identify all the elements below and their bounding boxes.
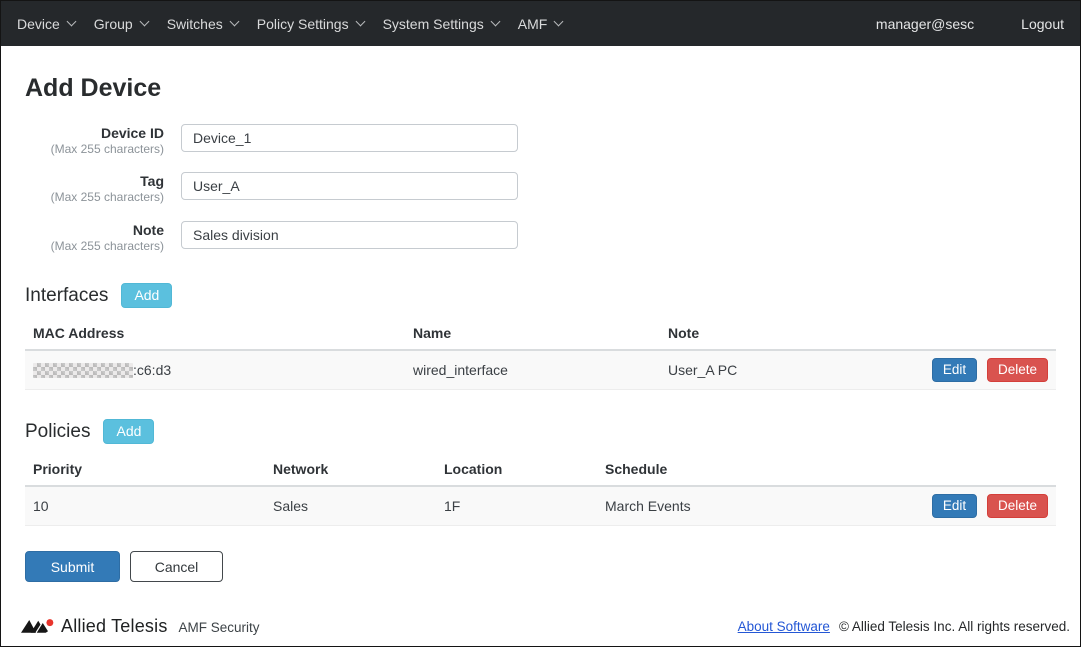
device-id-label: Device ID bbox=[25, 125, 164, 142]
footer-right: About Software © Allied Telesis Inc. All… bbox=[738, 619, 1070, 634]
device-id-input[interactable] bbox=[181, 124, 518, 152]
policies-table: Priority Network Location Schedule 10 Sa… bbox=[25, 456, 1056, 526]
tag-hint: (Max 255 characters) bbox=[25, 190, 164, 206]
policy-row: 10 Sales 1F March Events Edit Delete bbox=[25, 486, 1056, 526]
col-mac-address: MAC Address bbox=[25, 320, 405, 350]
chevron-down-icon bbox=[66, 17, 76, 27]
chevron-down-icon bbox=[355, 17, 365, 27]
tag-label: Tag bbox=[25, 173, 164, 190]
nav-system-settings[interactable]: System Settings bbox=[383, 16, 499, 32]
col-name: Name bbox=[405, 320, 660, 350]
nav-device[interactable]: Device bbox=[17, 16, 75, 32]
form-actions: Submit Cancel bbox=[25, 551, 1056, 582]
submit-button[interactable]: Submit bbox=[25, 551, 120, 582]
interface-row: :c6:d3 wired_interface User_A PC Edit De… bbox=[25, 350, 1056, 390]
logout-link[interactable]: Logout bbox=[1021, 16, 1064, 32]
footer: Allied Telesis AMF Security About Softwa… bbox=[1, 612, 1080, 646]
page-title: Add Device bbox=[25, 74, 1056, 103]
interface-note-cell: User_A PC bbox=[660, 350, 924, 390]
redacted-mac-prefix bbox=[33, 363, 133, 378]
nav-system-settings-label: System Settings bbox=[383, 16, 484, 32]
nav-device-label: Device bbox=[17, 16, 60, 32]
policies-add-button[interactable]: Add bbox=[103, 419, 154, 444]
policy-delete-button[interactable]: Delete bbox=[987, 494, 1048, 518]
interfaces-title: Interfaces bbox=[25, 285, 108, 307]
mac-suffix: :c6:d3 bbox=[133, 362, 171, 378]
nav-switches-label: Switches bbox=[167, 16, 223, 32]
note-hint: (Max 255 characters) bbox=[25, 239, 164, 255]
chevron-down-icon bbox=[229, 17, 239, 27]
about-software-link[interactable]: About Software bbox=[738, 619, 830, 634]
policy-location-cell: 1F bbox=[436, 486, 597, 526]
nav-group[interactable]: Group bbox=[94, 16, 148, 32]
allied-telesis-logo-icon bbox=[21, 617, 54, 635]
top-navbar: Device Group Switches Policy Settings Sy… bbox=[1, 1, 1080, 46]
interfaces-section-header: Interfaces Add bbox=[25, 283, 1056, 308]
nav-group-label: Group bbox=[94, 16, 133, 32]
col-note: Note bbox=[660, 320, 924, 350]
device-id-label-col: Device ID (Max 255 characters) bbox=[25, 124, 164, 157]
col-actions bbox=[924, 456, 1056, 486]
main-content: Add Device Device ID (Max 255 characters… bbox=[1, 74, 1080, 582]
interfaces-header-row: MAC Address Name Note bbox=[25, 320, 1056, 350]
col-priority: Priority bbox=[25, 456, 265, 486]
col-network: Network bbox=[265, 456, 436, 486]
cancel-button[interactable]: Cancel bbox=[130, 551, 223, 582]
interface-edit-button[interactable]: Edit bbox=[932, 358, 977, 382]
interface-delete-button[interactable]: Delete bbox=[987, 358, 1048, 382]
policy-edit-button[interactable]: Edit bbox=[932, 494, 977, 518]
device-id-group: Device ID (Max 255 characters) bbox=[25, 124, 1056, 157]
policy-network-cell: Sales bbox=[265, 486, 436, 526]
note-input[interactable] bbox=[181, 221, 518, 249]
tag-label-col: Tag (Max 255 characters) bbox=[25, 172, 164, 205]
col-schedule: Schedule bbox=[597, 456, 924, 486]
chevron-down-icon bbox=[139, 17, 149, 27]
tag-input[interactable] bbox=[181, 172, 518, 200]
interface-mac-cell: :c6:d3 bbox=[25, 350, 405, 390]
col-actions bbox=[924, 320, 1056, 350]
policies-title: Policies bbox=[25, 421, 90, 443]
logged-in-user: manager@sesc bbox=[876, 16, 974, 32]
policy-actions-cell: Edit Delete bbox=[924, 486, 1056, 526]
nav-switches[interactable]: Switches bbox=[167, 16, 238, 32]
interface-name-cell: wired_interface bbox=[405, 350, 660, 390]
policy-schedule-cell: March Events bbox=[597, 486, 924, 526]
copyright-text: © Allied Telesis Inc. All rights reserve… bbox=[839, 619, 1070, 634]
product-name: AMF Security bbox=[179, 617, 260, 635]
note-group: Note (Max 255 characters) bbox=[25, 221, 1056, 254]
navbar-right: manager@sesc Logout bbox=[876, 16, 1064, 32]
tag-group: Tag (Max 255 characters) bbox=[25, 172, 1056, 205]
nav-policy-settings[interactable]: Policy Settings bbox=[257, 16, 364, 32]
brand: Allied Telesis AMF Security bbox=[21, 616, 260, 637]
chevron-down-icon bbox=[554, 17, 564, 27]
device-id-hint: (Max 255 characters) bbox=[25, 142, 164, 158]
add-device-page: Device Group Switches Policy Settings Sy… bbox=[0, 0, 1081, 647]
interfaces-add-button[interactable]: Add bbox=[121, 283, 172, 308]
col-location: Location bbox=[436, 456, 597, 486]
chevron-down-icon bbox=[490, 17, 500, 27]
interface-actions-cell: Edit Delete bbox=[924, 350, 1056, 390]
policies-section-header: Policies Add bbox=[25, 419, 1056, 444]
nav-policy-settings-label: Policy Settings bbox=[257, 16, 349, 32]
policies-header-row: Priority Network Location Schedule bbox=[25, 456, 1056, 486]
note-label: Note bbox=[25, 222, 164, 239]
brand-name: Allied Telesis bbox=[61, 616, 168, 637]
nav-amf[interactable]: AMF bbox=[518, 16, 563, 32]
note-label-col: Note (Max 255 characters) bbox=[25, 221, 164, 254]
policy-priority-cell: 10 bbox=[25, 486, 265, 526]
interfaces-table: MAC Address Name Note :c6:d3 wired_inter… bbox=[25, 320, 1056, 390]
nav-amf-label: AMF bbox=[518, 16, 548, 32]
